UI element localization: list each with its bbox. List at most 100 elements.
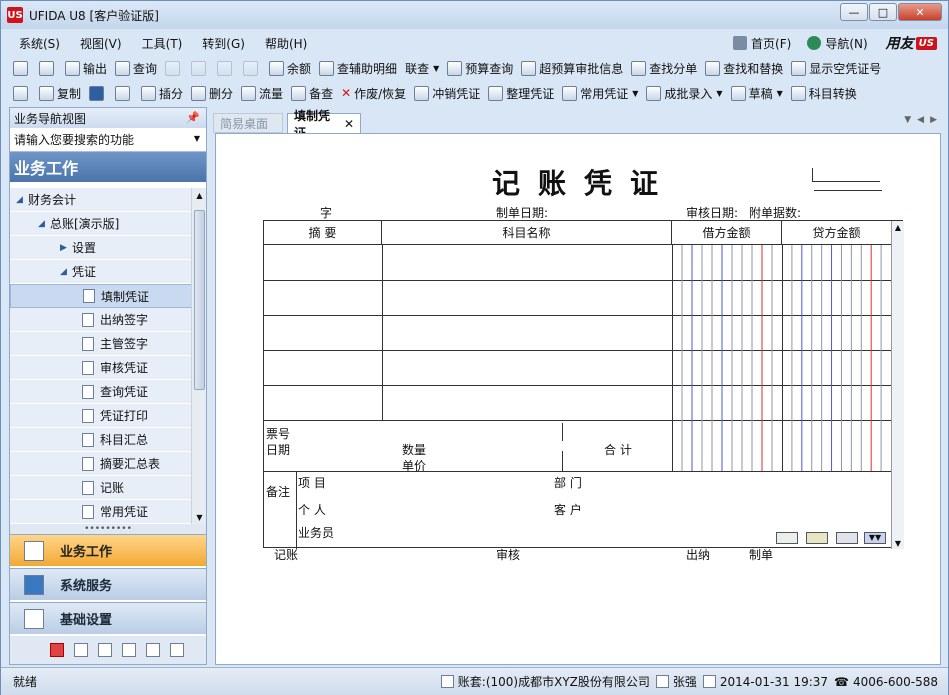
- grid-icon[interactable]: [98, 643, 112, 657]
- cashflow-button[interactable]: 流量: [237, 85, 287, 102]
- tree-item[interactable]: ◢ 凭证: [10, 260, 192, 284]
- print-button[interactable]: [9, 60, 35, 76]
- menu-view[interactable]: 视图(V): [70, 35, 132, 52]
- menu-tools[interactable]: 工具(T): [132, 35, 193, 52]
- prev-record-button[interactable]: [187, 60, 213, 76]
- tree-item[interactable]: ◢ 财务会计: [10, 188, 192, 212]
- tree-item[interactable]: 主管签字: [10, 332, 192, 356]
- scroll-up-icon[interactable]: ▲: [192, 188, 207, 202]
- insert-icon: [141, 85, 157, 101]
- aux-button-1[interactable]: [776, 532, 798, 544]
- expand-down-icon[interactable]: ▼▼: [864, 532, 886, 544]
- memo-button[interactable]: 备查: [287, 85, 337, 102]
- menu-goto[interactable]: 转到(G): [192, 35, 255, 52]
- chevron-down-icon[interactable]: ▼: [194, 134, 200, 143]
- navigation-link[interactable]: 导航(N): [807, 35, 868, 52]
- account-convert-button[interactable]: 科目转换: [787, 85, 861, 102]
- insert-split-button[interactable]: 插分: [137, 85, 187, 102]
- tree-item[interactable]: 查询凭证: [10, 380, 192, 404]
- nav-business-work[interactable]: 业务工作: [10, 534, 206, 566]
- linked-query-button[interactable]: 联查 ▼: [401, 60, 443, 77]
- tree-item[interactable]: 摘要汇总表: [10, 452, 192, 476]
- tree-item[interactable]: 出纳签字: [10, 308, 192, 332]
- pane-splitter[interactable]: •••••••••: [10, 524, 206, 534]
- aux-button-2[interactable]: [806, 532, 828, 544]
- make-date-field[interactable]: 制单日期:: [496, 204, 615, 221]
- first-record-button[interactable]: [161, 60, 187, 76]
- bar-chart-icon: [24, 540, 44, 561]
- budget-query-label: 预算查询: [465, 61, 514, 76]
- undo-button[interactable]: [111, 85, 137, 101]
- delete-split-button[interactable]: 删分: [187, 85, 237, 102]
- tree-item[interactable]: 常用凭证: [10, 500, 192, 524]
- tab-fill-voucher[interactable]: 填制凭证✕: [287, 109, 361, 140]
- tree-item[interactable]: 科目汇总: [10, 428, 192, 452]
- collapsed-arrow-icon[interactable]: ▶: [60, 243, 72, 253]
- tree-item[interactable]: ▶ 设置: [10, 236, 192, 260]
- save-button[interactable]: [85, 85, 111, 101]
- tools-icon[interactable]: [74, 643, 88, 657]
- scroll-up-icon[interactable]: ▲: [892, 221, 904, 233]
- expanded-arrow-icon[interactable]: ◢: [16, 195, 28, 205]
- tree-item[interactable]: 审核凭证: [10, 356, 192, 380]
- close-button[interactable]: ✕: [898, 3, 942, 21]
- menu-system[interactable]: 系统(S): [9, 35, 70, 52]
- stop-icon[interactable]: [50, 643, 64, 657]
- void-restore-button[interactable]: ✕ 作废/恢复: [337, 85, 410, 102]
- home-link[interactable]: 首页(F): [733, 35, 791, 52]
- balance-button[interactable]: 余额: [265, 60, 315, 77]
- find-replace-button[interactable]: 查找和替换: [701, 60, 787, 77]
- common-voucher-button[interactable]: 常用凭证 ▼: [558, 85, 642, 102]
- org-tree-icon[interactable]: [122, 643, 136, 657]
- nav-basic-settings[interactable]: 基础设置: [10, 602, 206, 634]
- scroll-thumb[interactable]: [194, 210, 205, 390]
- function-search-input[interactable]: 请输入您要搜索的功能 ▼: [10, 128, 206, 152]
- tree-scrollbar[interactable]: ▲ ▼: [191, 188, 206, 524]
- monitor-icon: [24, 574, 44, 595]
- add-button[interactable]: [9, 85, 35, 101]
- last-record-button[interactable]: [239, 60, 265, 76]
- search-icon: [521, 60, 537, 76]
- query-button[interactable]: 查询: [111, 60, 161, 77]
- tab-scroll-arrows[interactable]: ▼◀▶: [904, 115, 943, 125]
- reverse-voucher-button[interactable]: 冲销凭证: [410, 85, 484, 102]
- draft-button[interactable]: 草稿 ▼: [727, 85, 787, 102]
- menu-help[interactable]: 帮助(H): [255, 35, 317, 52]
- tree-item[interactable]: 记账: [10, 476, 192, 500]
- batch-entry-button[interactable]: 成批录入 ▼: [642, 85, 726, 102]
- minimize-button[interactable]: —: [840, 3, 868, 21]
- next-record-button[interactable]: [213, 60, 239, 76]
- tab-simple-desktop[interactable]: 简易桌面: [213, 113, 283, 133]
- over-budget-button[interactable]: 超预算审批信息: [517, 60, 627, 77]
- voucher-number-box[interactable]: [812, 168, 880, 182]
- batch-entry-label: 成批录入: [664, 86, 713, 101]
- scroll-down-icon[interactable]: ▼: [192, 510, 207, 524]
- preview-button[interactable]: [35, 60, 61, 76]
- pin-icon[interactable]: 📌: [186, 111, 200, 124]
- nav-system-service[interactable]: 系统服务: [10, 568, 206, 600]
- menu-bar: 系统(S) 视图(V) 工具(T) 转到(G) 帮助(H) 首页(F) 导航(N…: [9, 31, 941, 55]
- find-split-button[interactable]: 查找分单: [627, 60, 701, 77]
- copy-button[interactable]: 复制: [35, 85, 85, 102]
- aux-detail-button[interactable]: 查辅助明细: [315, 60, 401, 77]
- tree-item-label: 查询凭证: [100, 385, 149, 399]
- tree-item[interactable]: 凭证打印: [10, 404, 192, 428]
- voucher-type-field[interactable]: 字: [268, 204, 385, 221]
- close-icon[interactable]: ✕: [344, 117, 354, 131]
- scroll-down-icon[interactable]: ▼: [892, 537, 904, 549]
- tree-item[interactable]: 填制凭证: [10, 284, 192, 308]
- mail-icon[interactable]: [170, 643, 184, 657]
- organize-voucher-button[interactable]: 整理凭证: [484, 85, 558, 102]
- tree-item[interactable]: ◢ 总账[演示版]: [10, 212, 192, 236]
- tree-item-label: 设置: [72, 241, 97, 255]
- budget-query-button[interactable]: 预算查询: [443, 60, 517, 77]
- expanded-arrow-icon[interactable]: ◢: [38, 219, 50, 229]
- attachments-field[interactable]: 附单据数:: [749, 204, 876, 221]
- show-empty-no-button[interactable]: 显示空凭证号: [787, 60, 885, 77]
- expanded-arrow-icon[interactable]: ◢: [60, 267, 72, 277]
- output-button[interactable]: 输出: [61, 60, 111, 77]
- voucher-scrollbar[interactable]: ▲ ▼: [891, 221, 904, 549]
- maximize-button[interactable]: □: [869, 3, 897, 21]
- windows-icon[interactable]: [146, 643, 160, 657]
- aux-button-3[interactable]: [836, 532, 858, 544]
